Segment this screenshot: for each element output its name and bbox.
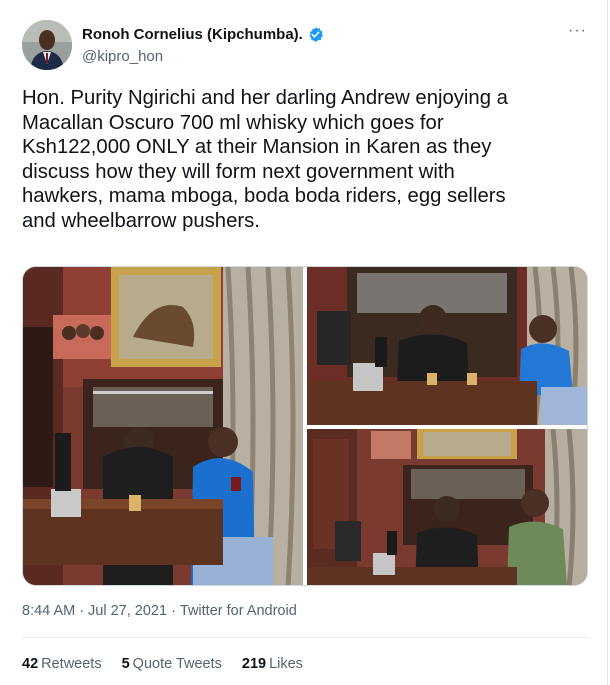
tweet-photo-3[interactable] [307, 429, 587, 585]
tweet-card: Ronoh Cornelius (Kipchumba). @kipro_hon … [0, 0, 608, 685]
stat-likes-count: 219 [241, 656, 267, 672]
tweet-text: Hon. Purity Ngirichi and her darling And… [22, 87, 508, 232]
stat-likes-label: Likes [269, 656, 303, 672]
author-name-row: Ronoh Cornelius (Kipchumba). [82, 26, 324, 43]
stat-quote-tweets-label: Quote Tweets [132, 656, 222, 672]
tweet-meta: 8:44 AM · Jul 27, 2021 · Twitter for And… [22, 603, 297, 619]
author-handle[interactable]: @kipro_hon [82, 48, 163, 65]
stat-retweets[interactable]: 42 Retweets [22, 656, 102, 672]
author-name[interactable]: Ronoh Cornelius (Kipchumba). [82, 26, 303, 43]
tweet-stats: 42 Retweets 5 Quote Tweets 219 Likes [22, 656, 303, 672]
tweet-time[interactable]: 8:44 AM [22, 603, 75, 619]
meta-separator: · [79, 603, 85, 619]
tweet-date[interactable]: Jul 27, 2021 [88, 603, 167, 619]
stat-likes[interactable]: 219 Likes [242, 656, 303, 672]
tweet-photo-1[interactable] [23, 267, 303, 585]
avatar[interactable] [22, 20, 72, 70]
more-horizontal-icon[interactable]: ··· [568, 22, 587, 40]
stat-retweets-label: Retweets [41, 656, 102, 672]
tweet-media-grid [22, 266, 588, 586]
tweet-source[interactable]: Twitter for Android [180, 603, 297, 619]
verified-badge-icon [309, 27, 323, 42]
divider [22, 637, 589, 638]
stat-retweets-count: 42 [22, 656, 39, 672]
meta-separator-2: · [171, 603, 176, 619]
stat-quote-tweets[interactable]: 5 Quote Tweets [122, 656, 222, 672]
tweet-header: Ronoh Cornelius (Kipchumba). @kipro_hon … [22, 20, 591, 70]
tweet-photo-2[interactable] [307, 267, 587, 425]
stat-quote-tweets-count: 5 [121, 656, 130, 672]
